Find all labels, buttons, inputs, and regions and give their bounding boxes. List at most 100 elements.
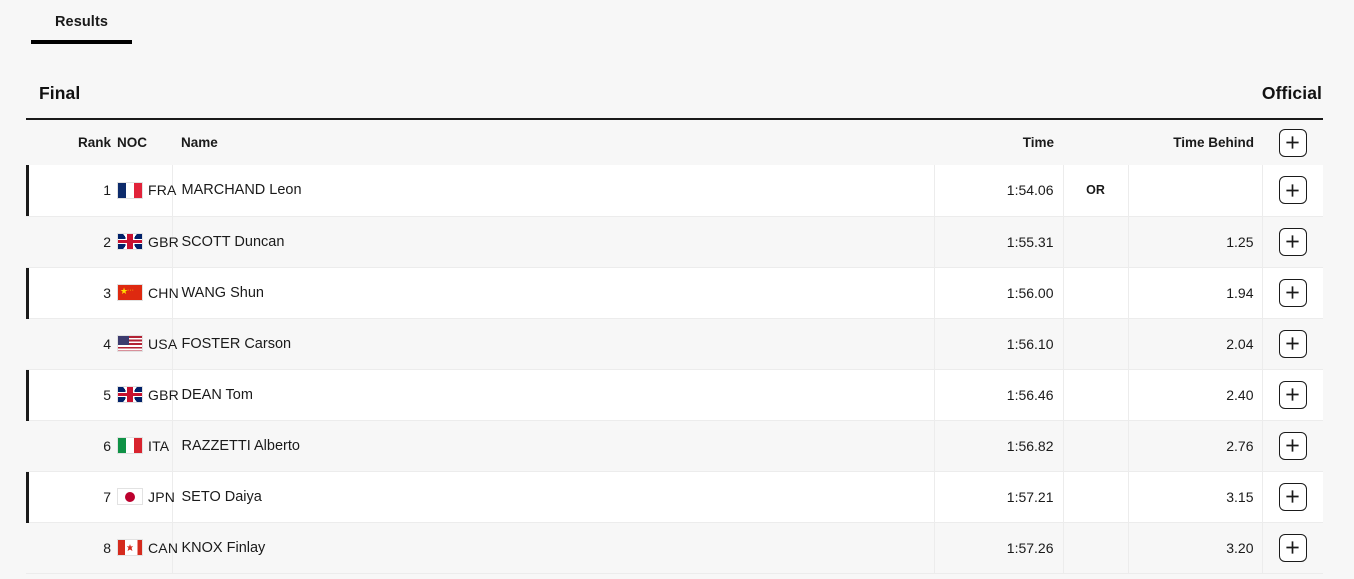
cell-athlete-name[interactable]: SETO Daiya — [171, 471, 934, 523]
cell-expand — [1261, 216, 1323, 268]
cell-rank: 5 — [53, 369, 111, 421]
cell-rank: 8 — [53, 522, 111, 574]
cell-time-behind: 1.25 — [1127, 216, 1262, 268]
cell-rank: 4 — [53, 318, 111, 370]
expand-row-button[interactable] — [1278, 329, 1307, 358]
cell-time: 1:56.00 — [933, 267, 1063, 319]
section-title: Final — [39, 82, 81, 103]
header-expand-all[interactable] — [1262, 120, 1323, 165]
expand-row-button[interactable] — [1278, 482, 1307, 511]
section-header: Final Official — [26, 68, 1323, 118]
expand-row-button[interactable] — [1278, 227, 1307, 256]
plus-icon — [1286, 388, 1299, 401]
cell-time-behind: 3.15 — [1127, 471, 1262, 523]
cell-time: 1:56.10 — [933, 318, 1063, 370]
noc-group: USA — [117, 335, 177, 352]
cell-athlete-name[interactable]: DEAN Tom — [171, 369, 934, 421]
noc-group: JPN — [117, 488, 176, 505]
cell-athlete-name[interactable]: MARCHAND Leon — [171, 165, 934, 217]
plus-icon — [1286, 136, 1299, 149]
table-row[interactable]: 6 ITA RAZZETTI Alberto 1:56.82 2.76 — [26, 420, 1323, 472]
cell-time-behind — [1127, 165, 1262, 217]
noc-code: JPN — [148, 488, 176, 505]
cell-time-behind: 2.04 — [1127, 318, 1262, 370]
flag-icon-jpn — [117, 488, 143, 505]
plus-icon — [1286, 235, 1299, 248]
header-row: Rank NOC Name Time Time Behind — [26, 120, 1323, 165]
expand-row-button[interactable] — [1278, 176, 1307, 205]
cell-record-badge — [1062, 216, 1128, 268]
noc-group: FRA — [117, 181, 176, 199]
cell-athlete-name[interactable]: FOSTER Carson — [171, 318, 934, 370]
cell-noc: USA — [111, 318, 177, 370]
row-accent-bar — [26, 267, 53, 319]
flag-icon-gbr — [117, 386, 143, 403]
cell-time: 1:56.82 — [933, 420, 1063, 472]
table-row[interactable]: 8 CAN KNOX Finlay 1:57.26 3.20 — [26, 522, 1323, 574]
cell-expand — [1261, 267, 1323, 319]
header-noc[interactable]: NOC — [111, 120, 172, 165]
table-row[interactable]: 3 CHNWANG Shun1:56.00 1.94 — [26, 267, 1323, 319]
cell-rank: 6 — [53, 420, 111, 472]
cell-record-badge — [1062, 420, 1128, 472]
noc-code: ITA — [148, 437, 170, 454]
row-accent-bar — [26, 420, 53, 472]
cell-expand — [1261, 369, 1323, 421]
expand-row-button[interactable] — [1278, 431, 1307, 460]
noc-code: CAN — [148, 539, 179, 556]
row-accent-bar — [26, 318, 53, 370]
header-time[interactable]: Time — [934, 120, 1063, 165]
header-record — [1063, 120, 1128, 165]
expand-all-button[interactable] — [1278, 128, 1307, 157]
tab-active-indicator — [31, 40, 132, 44]
row-accent-bar — [26, 216, 53, 268]
table-header: Rank NOC Name Time Time Behind — [26, 120, 1323, 165]
cell-athlete-name[interactable]: WANG Shun — [171, 267, 934, 319]
noc-code: GBR — [148, 386, 179, 403]
cell-rank: 2 — [53, 216, 111, 268]
cell-time: 1:57.21 — [933, 471, 1063, 523]
cell-noc: GBR — [111, 369, 179, 421]
cell-record-badge: OR — [1062, 165, 1128, 217]
cell-athlete-name[interactable]: SCOTT Duncan — [171, 216, 934, 268]
noc-code: USA — [148, 335, 178, 352]
table-body: 1 FRA MARCHAND Leon 1:54.06 OR 2 GBR SCOTT Dunc… — [26, 165, 1323, 574]
plus-icon — [1286, 490, 1299, 503]
plus-icon — [1286, 184, 1299, 197]
header-rank[interactable]: Rank — [53, 120, 111, 165]
noc-group: GBR — [117, 233, 179, 250]
results-table-container: Rank NOC Name Time Time Behind 1 FRA MAR… — [26, 118, 1323, 574]
plus-icon — [1286, 286, 1299, 299]
header-time-behind[interactable]: Time Behind — [1128, 120, 1262, 165]
table-row[interactable]: 7 JPN SETO Daiya 1:57.21 3.15 — [26, 471, 1323, 523]
expand-row-button[interactable] — [1278, 380, 1307, 409]
noc-code: GBR — [148, 233, 179, 250]
cell-record-badge — [1062, 318, 1128, 370]
cell-expand — [1261, 522, 1323, 574]
cell-athlete-name[interactable]: RAZZETTI Alberto — [171, 420, 934, 472]
status-badge: Official — [1261, 82, 1322, 103]
cell-expand — [1261, 471, 1323, 523]
table-row[interactable]: 4 USA FOSTER Carson 1:56.10 2.04 — [26, 318, 1323, 370]
table-row[interactable]: 1 FRA MARCHAND Leon 1:54.06 OR — [26, 165, 1323, 217]
noc-group: GBR — [117, 386, 179, 403]
cell-expand — [1261, 420, 1323, 472]
noc-group: ITA — [117, 437, 172, 454]
cell-time-behind: 1.94 — [1127, 267, 1262, 319]
noc-group: CHN — [117, 284, 179, 301]
cell-athlete-name[interactable]: KNOX Finlay — [171, 522, 934, 574]
cell-time-behind: 3.20 — [1127, 522, 1262, 574]
expand-row-button[interactable] — [1278, 533, 1307, 562]
tab-results-label: Results — [54, 14, 109, 30]
expand-row-button[interactable] — [1278, 278, 1307, 307]
flag-icon-chn — [117, 284, 143, 301]
header-name[interactable]: Name — [172, 120, 934, 165]
noc-code: FRA — [148, 182, 177, 199]
table-row[interactable]: 2 GBR SCOTT Duncan 1:55.31 1.25 — [26, 216, 1323, 268]
tab-bar: Results — [0, 0, 1354, 46]
table-row[interactable]: 5 GBR DEAN Tom 1:56.46 2.40 — [26, 369, 1323, 421]
header-accent-spacer — [26, 120, 53, 165]
cell-time: 1:54.06 — [933, 165, 1063, 217]
cell-time: 1:57.26 — [933, 522, 1063, 574]
row-accent-bar — [26, 369, 53, 421]
